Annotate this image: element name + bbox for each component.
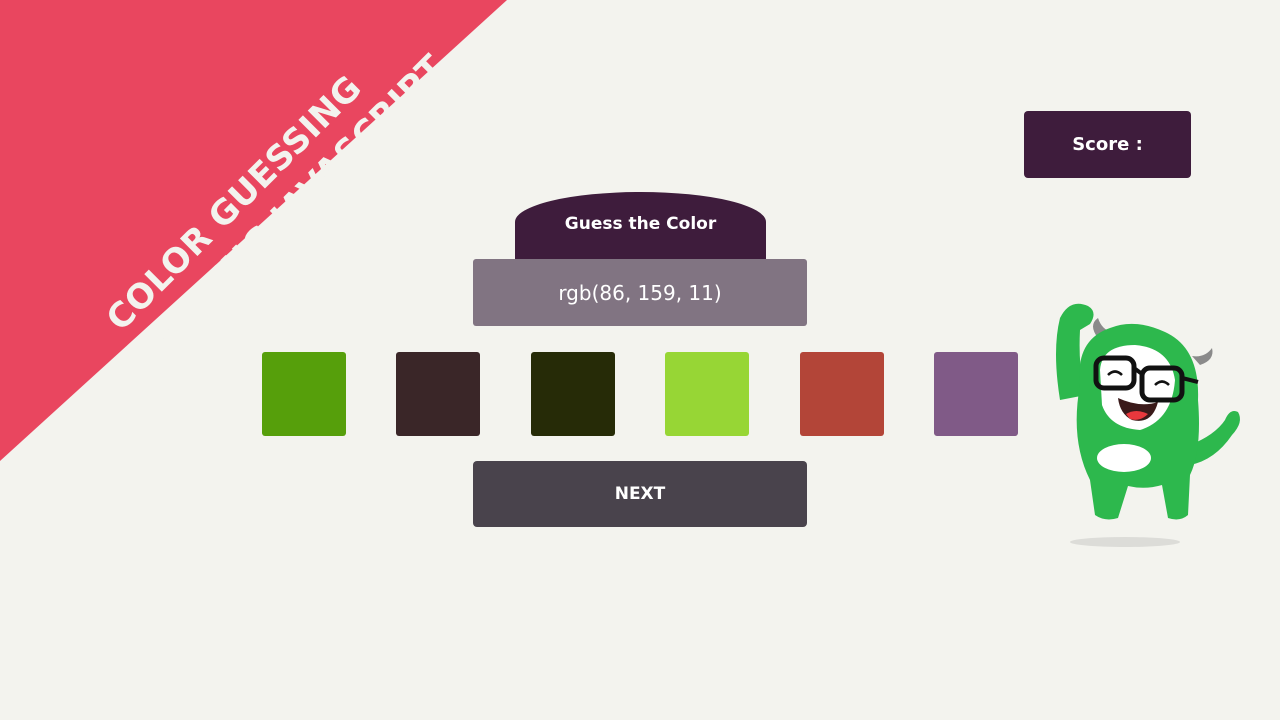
mascot-shadow bbox=[1070, 537, 1180, 547]
mascot-belly bbox=[1097, 444, 1151, 472]
color-option-3[interactable] bbox=[531, 352, 615, 436]
color-option-5[interactable] bbox=[800, 352, 884, 436]
game-title: Guess the Color bbox=[564, 214, 717, 234]
next-button-label: NEXT bbox=[614, 484, 666, 504]
game-title-header: Guess the Color bbox=[515, 192, 766, 262]
color-option-6[interactable] bbox=[934, 352, 1018, 436]
score-label: Score : bbox=[1072, 134, 1143, 155]
mascot-horn-right bbox=[1192, 348, 1213, 365]
color-option-4[interactable] bbox=[665, 352, 749, 436]
color-option-2[interactable] bbox=[396, 352, 480, 436]
banner-line-1: COLOR GUESSING bbox=[98, 67, 371, 340]
color-option-1[interactable] bbox=[262, 352, 346, 436]
score-display: Score : bbox=[1024, 111, 1191, 178]
green-monster-mascot-icon bbox=[1056, 303, 1240, 547]
target-rgb-display: rgb(86, 159, 11) bbox=[473, 259, 807, 326]
target-rgb-value: rgb(86, 159, 11) bbox=[558, 280, 722, 305]
next-button[interactable]: NEXT bbox=[473, 461, 807, 527]
